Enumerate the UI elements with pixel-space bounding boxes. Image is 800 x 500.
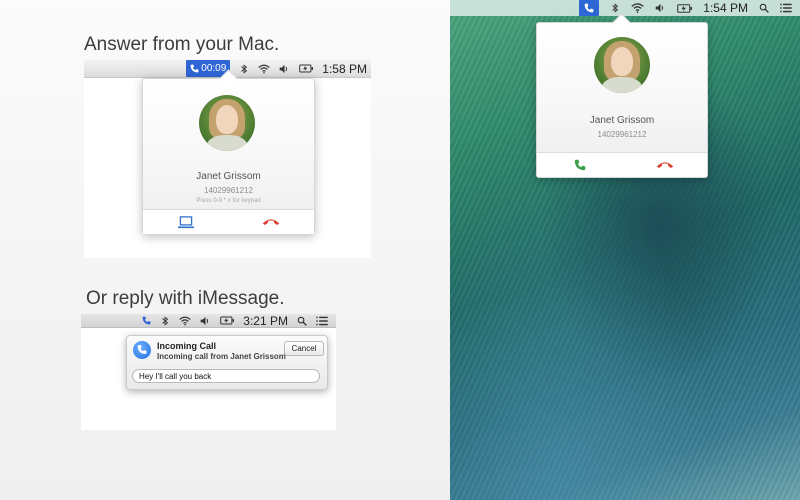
phone-icon[interactable] [579,0,600,16]
search-icon[interactable] [297,314,307,327]
search-icon[interactable] [759,0,769,16]
answer-on-mac-button[interactable] [143,210,229,234]
phone-icon[interactable] [142,314,151,327]
bluetooth-icon[interactable] [239,60,249,77]
reply-input[interactable]: Hey I'll call you back [132,369,320,383]
laptop-icon [177,215,194,228]
cancel-button[interactable]: Cancel [284,341,324,356]
menubar-clock[interactable]: 1:54 PM [703,0,748,16]
call-actions [537,152,707,177]
decline-button[interactable] [622,153,707,177]
notification-subtitle: Incoming call from Janet Grissom [157,352,286,361]
call-timer: 00:09 [201,63,227,74]
menubar-clock[interactable]: 1:58 PM [322,60,367,77]
answer-icon [574,159,585,171]
desktop-menubar-items: 1:54 PM [450,0,800,16]
phone-icon [190,64,199,73]
bluetooth-icon[interactable] [610,0,620,16]
notification-title: Incoming Call [157,341,217,351]
battery-icon[interactable] [677,0,693,16]
call-actions [143,209,314,234]
menubar-clock[interactable]: 3:21 PM [243,314,288,328]
call-app-icon [133,341,151,359]
answer-example-card: 00:09 1:58 PM Janet Grissom 14029961212 [84,60,371,258]
bluetooth-icon[interactable] [160,314,170,327]
contact-avatar [594,37,650,93]
volume-icon[interactable] [200,314,211,327]
contact-name: Janet Grissom [196,171,261,182]
incoming-call-notification: Incoming Call Incoming call from Janet G… [126,335,328,390]
phone-number: 14029961212 [204,186,253,195]
reply-menubar: 3:21 PM [81,314,336,328]
battery-icon[interactable] [220,314,235,327]
desktop-wallpaper: 1:54 PM Janet Grissom 14029961212 [450,0,800,500]
battery-icon[interactable] [299,60,314,77]
volume-icon[interactable] [655,0,666,16]
list-icon[interactable] [316,314,328,327]
wifi-icon[interactable] [631,0,644,16]
hangup-button[interactable] [229,210,315,234]
wifi-icon[interactable] [179,314,191,327]
heading-answer: Answer from your Mac. [84,34,280,55]
contact-name: Janet Grissom [589,115,655,126]
keypad-hint: Press 0-9 * # for keypad [196,198,261,204]
hangup-icon [263,219,280,225]
wifi-icon[interactable] [258,60,270,77]
incoming-call-popup: Janet Grissom 14029961212 Press 0-9 * # … [142,78,315,235]
list-icon[interactable] [780,0,792,16]
contact-avatar [199,95,255,151]
volume-icon[interactable] [279,60,290,77]
phone-number: 14029961212 [597,130,647,139]
left-panel: Answer from your Mac. 00:09 1:58 PM Jane… [0,0,450,500]
heading-reply: Or reply with iMessage. [86,288,285,309]
desktop-call-popup: Janet Grissom 14029961212 [536,22,708,178]
decline-icon [656,162,673,168]
answer-button[interactable] [537,153,622,177]
reply-example-card: 3:21 PM Incoming Call Incoming call from… [81,314,336,430]
